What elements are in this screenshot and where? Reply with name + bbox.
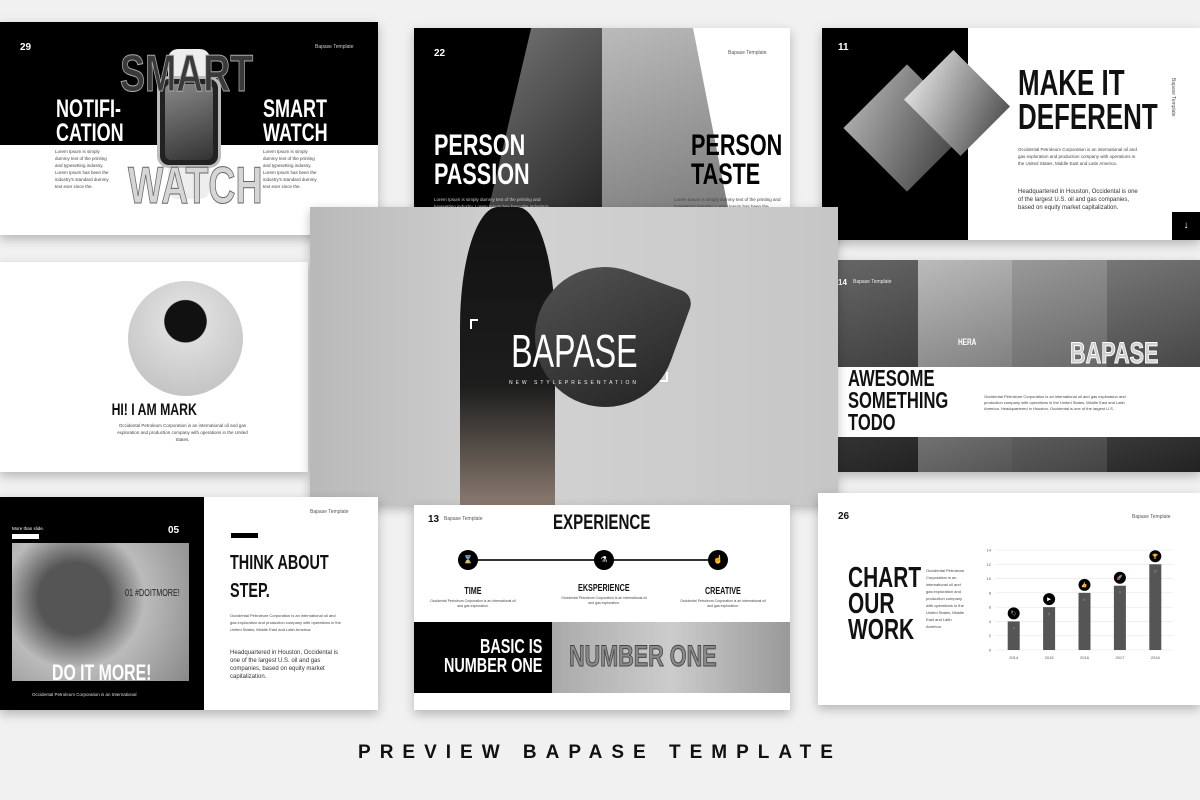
step-eksperience: EKSPERIENCE Occidental Petroleum Corporat… [561, 583, 647, 605]
data-label: 12 [1153, 569, 1157, 573]
hourglass-icon: ⌛ [458, 550, 478, 570]
title: EXPERIENCE [553, 511, 651, 534]
bar [1149, 564, 1162, 650]
banner-title: BASIC IS NUMBER ONE [444, 636, 543, 677]
outline-smart: SMART [120, 45, 254, 103]
title: HI! I AM MARK [111, 400, 197, 419]
bar-chart: 0 2 4 6 8 10 12 14 4 🏷 2014 6 ▶ 2015 8 👍 2016 9 🚀 2017 12 🏆 20… [987, 548, 1173, 660]
flask-icon: ⚗ [594, 550, 614, 570]
slide-make-it-deferent[interactable]: 11 MAKE IT DEFERENT Occidental Petroleum … [822, 28, 1200, 240]
photo-title: DO IT MORE! [52, 660, 152, 685]
slide-number: 26 [838, 511, 850, 522]
x-tick-label: 2014 [1009, 655, 1019, 660]
kicker-bar [12, 534, 39, 539]
body-text: Occidental Petroleum Corporation is an i… [117, 423, 248, 442]
body-text: Occidental Petroleum Corporation is an i… [230, 613, 341, 632]
shirt-text: HERA [958, 337, 977, 347]
right-title: PERSON TASTE [691, 129, 783, 191]
left-body: Lorem Ipsum is simply dummy text of the … [55, 149, 109, 189]
left-title: NOTIFI- CATION [56, 95, 124, 147]
corner-bracket [470, 319, 478, 329]
slide-do-it-more[interactable]: More than slide. 05 01 #DOITMORE! DO IT … [0, 497, 378, 710]
accent-bar [231, 533, 258, 538]
y-tick-label: 2 [989, 633, 992, 638]
y-tick-label: 12 [987, 562, 992, 567]
title: THINK ABOUT STEP. [230, 552, 329, 602]
body-text: Occidental Petroleum Corporation is an i… [1018, 147, 1137, 166]
cover-subtitle: NEW STYLEPRESENTATION [508, 380, 640, 386]
outline-number-one: NUMBER ONE [569, 640, 717, 673]
data-label: 6 [1048, 612, 1050, 616]
x-tick-label: 2017 [1115, 655, 1125, 660]
body-text: Occidental Petroleum Corporation is an i… [984, 394, 1126, 411]
thumbs-up-icon-glyph: 👍 [1081, 581, 1087, 588]
trophy-icon-glyph: 🏆 [1152, 553, 1159, 560]
title: CHART OUR WORK [848, 562, 922, 647]
x-tick-label: 2015 [1045, 655, 1055, 660]
outline-bapase: BAPASE [1070, 337, 1159, 370]
slide-person[interactable]: 22 Bapase Template PERSON PASSION PERSON T… [414, 28, 790, 228]
data-label: 4 [1013, 626, 1015, 630]
x-tick-label: 2018 [1151, 655, 1161, 660]
kicker: More than slide. [12, 526, 45, 531]
highlight-text: Headquartered in Houston, Occidental is … [1018, 189, 1138, 211]
y-tick-label: 0 [989, 648, 992, 653]
slide-chart-our-work[interactable]: 26 Bapase Template CHART OUR WORK Occident… [818, 493, 1200, 705]
cover-slide-bapase[interactable]: BAPASE NEW STYLEPRESENTATION [310, 207, 838, 505]
step-creative: CREATIVE Occidental Petroleum Corporation… [680, 586, 766, 608]
brand-label: Bapase Template [310, 509, 349, 515]
footer-title: PREVIEW BAPASE TEMPLATE [358, 742, 842, 763]
body-text: Occidental Petroleum Corporation is an i… [926, 568, 965, 629]
slide-hi-i-am-mark[interactable]: HI! I AM MARK Occidental Petroleum Corpo… [0, 262, 308, 472]
y-tick-label: 4 [989, 619, 992, 624]
data-label: 8 [1084, 598, 1086, 602]
bar [1113, 585, 1126, 650]
avatar [128, 281, 243, 396]
hashtag: 01 #DOITMORE! [125, 588, 180, 599]
slide-number: 14 [838, 278, 847, 287]
brand-label: Bapase Template [853, 279, 892, 285]
y-tick-label: 10 [987, 576, 992, 581]
tag-icon-glyph: 🏷 [1011, 610, 1017, 617]
slide-number: 29 [20, 42, 32, 53]
slide-awesome[interactable]: HERA BAPASE 14 Bapase Template AWESOME SO… [838, 260, 1200, 472]
right-body: Lorem Ipsum is simply dummy text of the … [263, 149, 317, 189]
y-tick-label: 6 [989, 605, 992, 610]
x-tick-label: 2016 [1080, 655, 1090, 660]
caption: Occidental Petroleum Corporation is an I… [32, 692, 137, 697]
brand-label: Bapase Template [315, 44, 354, 50]
step-time: TIME Occidental Petroleum Corporation is … [430, 586, 516, 608]
highlight-text: Headquartered in Houston, Occidental is … [230, 650, 339, 680]
hand-icon: ☝ [708, 550, 728, 570]
next-arrow-button[interactable]: ↓ [1172, 212, 1200, 240]
data-label: 9 [1119, 591, 1121, 595]
slide-number: 11 [838, 42, 849, 53]
title: AWESOME SOMETHING TODO [848, 365, 949, 435]
brand-label: Bapase Template [1132, 514, 1171, 520]
cover-title: BAPASE [510, 325, 638, 377]
brand-label: Bapase Template [1170, 78, 1176, 117]
slide-number: 22 [434, 48, 446, 59]
slide-smart-watch[interactable]: 29 Bapase Template SMART WATCH NOTIFI- CA… [0, 22, 378, 235]
slide-number: 05 [168, 525, 180, 536]
slide-experience[interactable]: 13 Bapase Template EXPERIENCE ⌛ ⚗ ☝ TIME… [414, 505, 790, 710]
video-icon-glyph: ▶ [1047, 597, 1051, 603]
left-title: PERSON PASSION [434, 129, 530, 191]
title: MAKE IT DEFERENT [1018, 62, 1158, 138]
y-tick-label: 8 [989, 590, 992, 595]
rocket-icon-glyph: 🚀 [1117, 574, 1124, 581]
outline-watch: WATCH [128, 157, 263, 215]
y-tick-label: 14 [987, 548, 992, 553]
brand-label: Bapase Template [728, 50, 767, 56]
right-title: SMART WATCH [263, 95, 328, 147]
